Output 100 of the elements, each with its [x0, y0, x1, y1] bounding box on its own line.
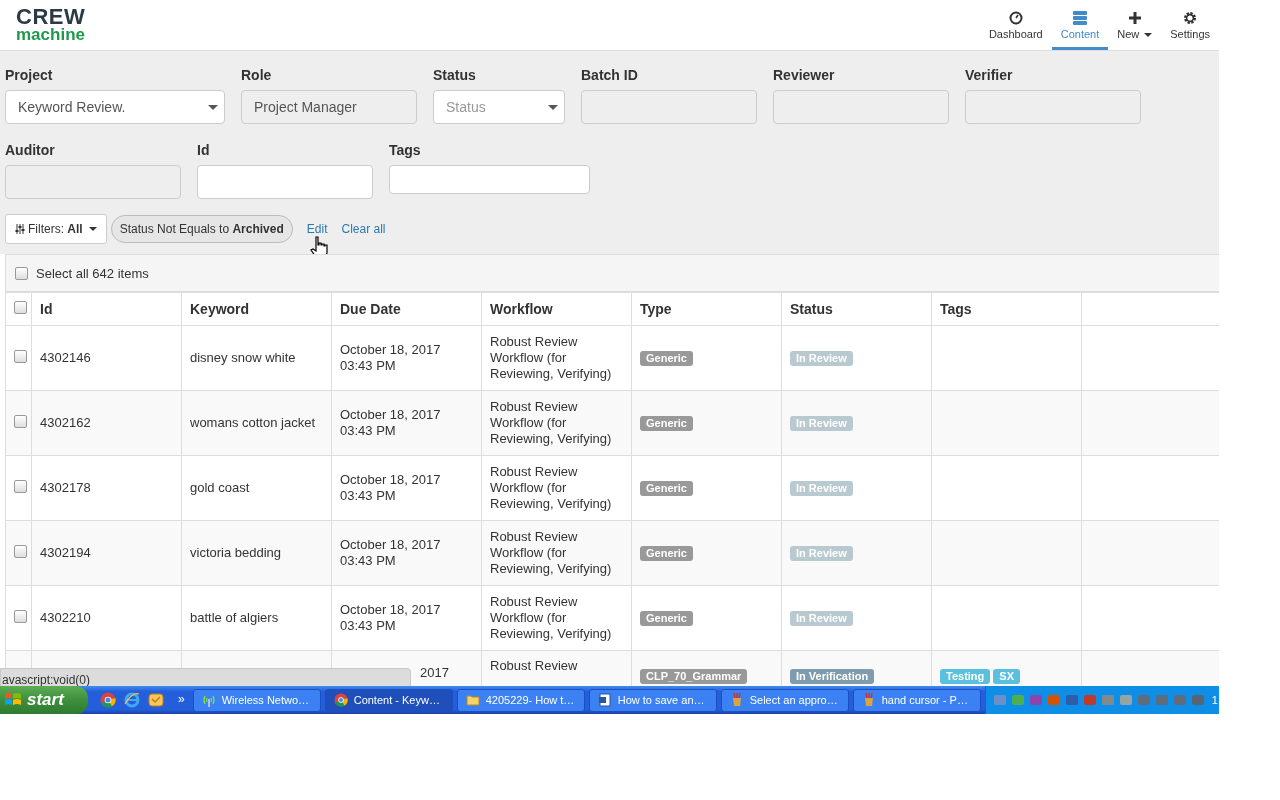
taskbar-button[interactable]: Content - Keyw… [324, 688, 453, 712]
status-url: avascript:void(0) [0, 668, 411, 686]
browser-icon[interactable] [124, 692, 140, 708]
table-cell: October 18, 2017 03:43 PM [340, 537, 441, 568]
more-button[interactable]: » [178, 692, 185, 706]
table-cell: victoria bedding [190, 545, 282, 560]
stack-icon [1072, 11, 1087, 25]
sliders-icon [15, 224, 25, 234]
field-label: Auditor [5, 142, 56, 158]
filter-chip[interactable]: Status Not Equals to Archived [110, 215, 293, 243]
tray-icon[interactable] [1045, 692, 1062, 708]
field-label: Status [433, 67, 477, 83]
type-label: Generic [640, 611, 693, 626]
filter-link[interactable]: Clear all [341, 222, 386, 236]
wireless-icon [201, 693, 216, 707]
tag-label: Testing [940, 669, 991, 684]
tray-icon[interactable] [1117, 692, 1134, 708]
tag-label: SX [993, 669, 1020, 684]
table-cell: 4302210 [40, 610, 91, 625]
input-field[interactable] [5, 165, 181, 199]
status-label: In Review [790, 416, 853, 431]
nav-item[interactable]: Dashboard [979, 0, 1052, 50]
table-cell: October 18, 2017 03:43 PM [340, 472, 441, 503]
taskbar-button[interactable]: How to save an… [588, 688, 717, 712]
browser-icon[interactable] [100, 692, 116, 708]
checkbox[interactable] [14, 301, 27, 314]
table-cell: October 18, 2017 03:43 PM [340, 602, 441, 633]
checkbox[interactable] [14, 414, 27, 428]
table-cell: October 18, 2017 03:43 PM [340, 407, 441, 438]
checkbox[interactable] [15, 266, 28, 280]
table-cell-text: Robust Review Workflow (for Reviewing, Verifying) [490, 594, 613, 642]
checkbox[interactable] [14, 479, 27, 493]
tray-icon[interactable] [1135, 692, 1152, 708]
input-field[interactable]: Project Manager [241, 90, 417, 124]
folder-icon [465, 693, 480, 707]
nav-item[interactable]: Settings [1161, 0, 1219, 50]
input-field[interactable] [773, 90, 949, 124]
field-label: Reviewer [773, 67, 836, 83]
field-label: Role [241, 67, 273, 83]
checkbox[interactable] [14, 349, 27, 363]
taskbar-button[interactable]: 4205229- How t… [456, 688, 585, 712]
tray-icon[interactable] [1009, 692, 1026, 708]
column-header[interactable]: Id [31, 292, 182, 326]
document-icon [597, 693, 612, 707]
clock: 1 [1211, 694, 1218, 706]
type-label: Generic [640, 416, 693, 431]
input-field[interactable] [389, 165, 590, 194]
taskbar-button[interactable]: Wireless Netwo… [192, 688, 321, 712]
column-header[interactable]: Due Date [331, 292, 482, 326]
tray-icon[interactable] [1081, 692, 1098, 708]
tray-icon[interactable] [1099, 692, 1116, 708]
table-cell-text: Robust Review Workflow (for Reviewing, Verifying) [490, 399, 613, 447]
table-cell: gold coast [190, 480, 250, 495]
input-field[interactable] [581, 90, 757, 124]
select-all-label: Select all 642 items [36, 265, 149, 281]
filter-link[interactable]: Edit [306, 222, 328, 236]
column-header[interactable]: Workflow [481, 292, 632, 326]
tray-icon[interactable] [1063, 692, 1080, 708]
mail-icon[interactable] [148, 692, 164, 708]
status-label: In Review [790, 546, 853, 561]
taskbar-button[interactable]: Select an appro… [720, 688, 849, 712]
field-label: Tags [389, 142, 422, 158]
table-cell-text: Robust Review Workflow (for Reviewing, Verifying) [490, 529, 613, 577]
start-button[interactable]: start [0, 686, 88, 714]
select-field[interactable]: Keyword Review. [5, 90, 225, 124]
status-label: In Review [790, 611, 853, 626]
table-cell: October 18, 2017 03:43 PM [340, 342, 441, 373]
column-header[interactable]: Status [781, 292, 932, 326]
checkbox[interactable] [14, 609, 27, 623]
tray-icon[interactable] [1027, 692, 1044, 708]
settings-icon [1183, 11, 1198, 25]
field-label: Batch ID [581, 67, 639, 83]
tray-icon[interactable] [991, 692, 1008, 708]
table-cell: womans cotton jacket [190, 415, 315, 430]
filters-button[interactable]: Filters: All [5, 214, 107, 244]
table-cell-text: Robust Review Workflow (for Reviewing, Verifying) [490, 464, 613, 512]
table-cell: 4302194 [40, 545, 91, 560]
table-cell: 4302146 [40, 350, 91, 365]
input-field[interactable] [965, 90, 1141, 124]
dashboard-icon [1008, 11, 1023, 25]
browser-icon [333, 693, 348, 707]
windows-logo-icon [4, 692, 22, 708]
taskbar-button[interactable]: hand cursor - P… [852, 688, 981, 712]
status-label: In Review [790, 351, 853, 366]
checkbox[interactable] [14, 544, 27, 558]
tray-icon[interactable] [1171, 692, 1188, 708]
status-label: In Review [790, 481, 853, 496]
tray-icon[interactable] [1189, 692, 1206, 708]
column-header[interactable]: Keyword [181, 292, 332, 326]
column-header[interactable]: Tags [931, 292, 1082, 326]
field-label: Id [197, 142, 211, 158]
field-label: Project [5, 67, 54, 83]
type-label: CLP_70_Grammar [640, 669, 748, 684]
tray-icon[interactable] [1153, 692, 1170, 708]
input-field[interactable] [197, 165, 373, 199]
table-cell: 4302178 [40, 480, 91, 495]
status-label: In Verification [790, 669, 875, 684]
nav-item[interactable]: New [1108, 0, 1162, 50]
type-label: Generic [640, 546, 693, 561]
column-header[interactable]: Type [631, 292, 782, 326]
